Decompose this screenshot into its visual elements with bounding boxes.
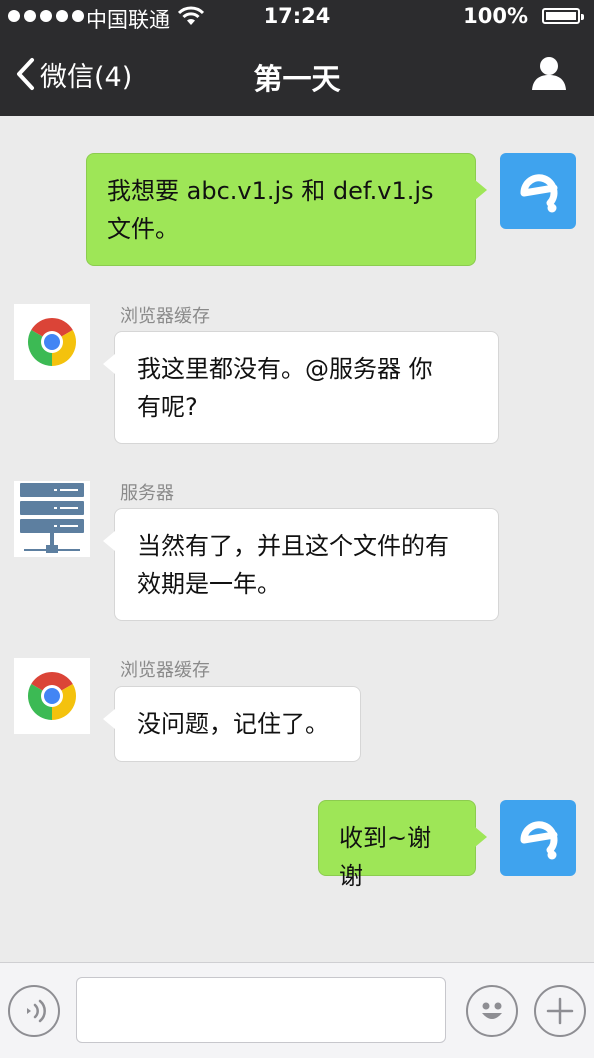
message-line: 收到~谢谢 (339, 824, 432, 890)
avatar[interactable] (14, 304, 90, 380)
server-icon (20, 483, 84, 553)
message-line: 我想要 abc.v1.js 和 def.v1.js (107, 177, 434, 205)
message-bubble-outgoing[interactable]: 收到~谢谢 (318, 800, 487, 890)
message-input[interactable] (76, 977, 446, 1043)
plus-icon (546, 997, 574, 1025)
message-line: 我这里都没有。@服务器 你 (137, 355, 433, 383)
message-bubble-incoming[interactable]: 没问题，记住了。 (103, 686, 361, 762)
voice-button[interactable] (8, 985, 60, 1037)
message-line: 文件。 (107, 215, 179, 243)
avatar[interactable] (500, 153, 576, 229)
voice-icon (27, 999, 46, 1023)
avatar[interactable] (14, 481, 90, 557)
profile-button[interactable] (530, 54, 568, 96)
sender-name: 浏览器缓存 (120, 660, 210, 681)
avatar[interactable] (14, 658, 90, 734)
chrome-icon (27, 317, 77, 366)
battery-percent: 100% (463, 4, 528, 28)
e-logo-icon (520, 821, 558, 860)
message-bubble-incoming[interactable]: 当然有了，并且这个文件的有 效期是一年。 (103, 508, 499, 621)
message-line: 有呢? (137, 393, 198, 421)
more-button[interactable] (534, 985, 586, 1037)
chrome-icon (27, 671, 77, 720)
page-title: 第一天 (253, 62, 341, 96)
nav-bar: 微信(4) 第一天 (0, 34, 594, 116)
message-line: 当然有了，并且这个文件的有 (137, 532, 449, 560)
input-toolbar (0, 962, 594, 1058)
sender-name: 服务器 (120, 483, 174, 504)
message-bubble-outgoing[interactable]: 我想要 abc.v1.js 和 def.v1.js 文件。 (86, 153, 487, 266)
battery-icon (542, 8, 584, 24)
status-bar: 中国联通 17:24 100% (0, 0, 594, 34)
message-bubble-incoming[interactable]: 我这里都没有。@服务器 你 有呢? (103, 331, 499, 444)
message-line: 没问题，记住了。 (137, 710, 329, 738)
emoji-icon (482, 1002, 502, 1019)
emoji-button[interactable] (466, 985, 518, 1037)
profile-icon (532, 57, 566, 90)
sender-name: 浏览器缓存 (120, 306, 210, 327)
message-line: 效期是一年。 (137, 570, 281, 598)
avatar[interactable] (500, 800, 576, 876)
e-logo-icon (520, 174, 558, 213)
